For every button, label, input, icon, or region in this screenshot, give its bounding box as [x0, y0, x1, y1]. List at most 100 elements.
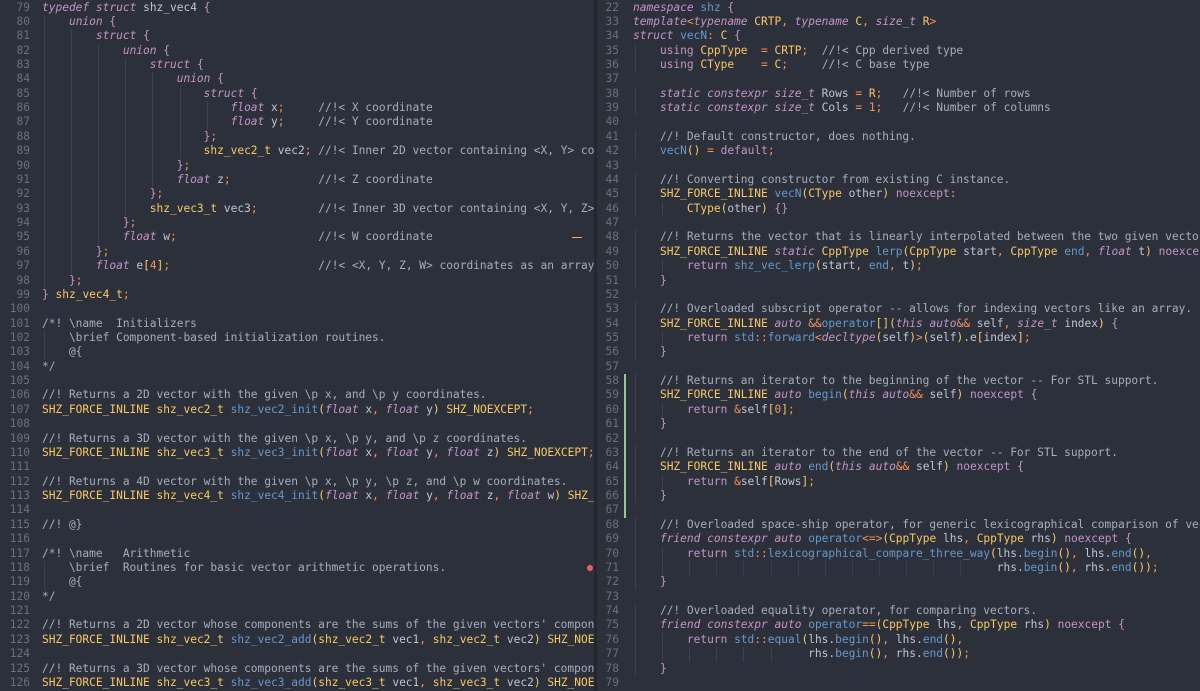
code-line[interactable]: 108 — [0, 417, 594, 431]
code-line[interactable]: 69 friend constexpr auto operator<=>(Cpp… — [597, 532, 1200, 547]
code-line[interactable]: 60 return &self[0]; — [597, 402, 1200, 418]
code-line[interactable]: 100 — [0, 302, 594, 316]
code-line[interactable]: 97 float e[4]; //!< <X, Y, Z, W> coordin… — [0, 259, 594, 274]
code-line[interactable]: 35 using CppType = CRTP; //!< Cpp derive… — [597, 43, 1200, 58]
code-line[interactable]: 72 } — [597, 575, 1200, 590]
code-line[interactable]: 79 — [597, 676, 1200, 690]
code-line[interactable]: 44 //! Converting constructor from exist… — [597, 172, 1200, 188]
code-line[interactable]: 46 CType(other) {} — [597, 201, 1200, 217]
code-line[interactable]: 36 using CType = C; //!< C base type — [597, 57, 1200, 73]
code-line[interactable]: 62 — [597, 432, 1200, 446]
code-line[interactable]: 87 float y; //!< Y coordinate — [0, 115, 594, 130]
code-line[interactable]: 74 //! Overloaded equality operator, for… — [597, 604, 1200, 619]
code-line[interactable]: 103 @{ — [0, 345, 594, 360]
code-line[interactable]: 85 struct { — [0, 86, 594, 102]
code-line[interactable]: 71 rhs.begin(), rhs.end()); — [597, 560, 1200, 576]
code-line[interactable]: 84 union { — [0, 72, 594, 87]
code-line[interactable]: 116 — [0, 532, 594, 546]
code-line[interactable]: 54 SHZ_FORCE_INLINE auto &&operator[](th… — [597, 316, 1200, 331]
code-line[interactable]: 66 } — [597, 489, 1200, 504]
code-line[interactable]: 41 //! Default constructor, does nothing… — [597, 129, 1200, 145]
code-line[interactable]: 104 */ — [0, 360, 594, 374]
code-line[interactable]: 115 //! @} — [0, 518, 594, 532]
code-line[interactable]: 114 — [0, 503, 594, 517]
code-line[interactable]: 51 } — [597, 273, 1200, 288]
code-line[interactable]: 91 float z; //!< Z coordinate — [0, 172, 594, 188]
code-line[interactable]: 70 return std::lexicographical_compare_t… — [597, 546, 1200, 561]
code-line[interactable]: 52 — [597, 288, 1200, 302]
right-editor-pane[interactable]: 22 namespace shz {33 template<typename CRT… — [597, 0, 1200, 691]
code-line[interactable]: 40 — [597, 115, 1200, 129]
code-line[interactable]: 47 — [597, 216, 1200, 230]
code-line[interactable]: 119 @{ — [0, 575, 594, 590]
code-line[interactable]: 78 } — [597, 661, 1200, 676]
code-line[interactable]: 95 float w; //!< W coordinate — [0, 230, 594, 245]
code-line[interactable]: 80 union { — [0, 14, 594, 30]
code-line[interactable]: 34 struct vecN: C { — [597, 29, 1200, 43]
code-line[interactable]: 58 //! Returns an iterator to the beginn… — [597, 374, 1200, 389]
code-line[interactable]: 111 — [0, 460, 594, 474]
code-line[interactable]: 59 SHZ_FORCE_INLINE auto begin(this auto… — [597, 388, 1200, 403]
code-line[interactable]: 86 float x; //!< X coordinate — [0, 101, 594, 116]
code-line[interactable]: 106 //! Returns a 2D vector with the give… — [0, 388, 594, 402]
code-line[interactable]: 83 struct { — [0, 57, 594, 73]
code-line[interactable]: 39 static constexpr size_t Cols = 1; //!… — [597, 101, 1200, 116]
code-line[interactable]: 63 //! Returns an iterator to the end of… — [597, 445, 1200, 461]
code-line[interactable]: 56 } — [597, 345, 1200, 360]
code-line[interactable]: 76 return std::equal(lhs.begin(), lhs.en… — [597, 632, 1200, 648]
fold-marker-icon[interactable] — [572, 236, 582, 238]
code-line[interactable]: 101 /*! \name Initializers — [0, 317, 594, 331]
code-line[interactable]: 122 //! Returns a 2D vector whose compone… — [0, 618, 594, 632]
code-line[interactable]: 112 //! Returns a 4D vector with the give… — [0, 475, 594, 489]
code-line[interactable]: 94 }; — [0, 216, 594, 231]
code-line[interactable]: 109 //! Returns a 3D vector with the give… — [0, 432, 594, 446]
code-line[interactable]: 120 */ — [0, 590, 594, 604]
code-line[interactable]: 37 — [597, 72, 1200, 86]
code-line[interactable]: 65 return &self[Rows]; — [597, 474, 1200, 490]
code-line[interactable]: 107 SHZ_FORCE_INLINE shz_vec2_t shz_vec2_… — [0, 403, 594, 417]
code-line[interactable]: 61 } — [597, 417, 1200, 432]
code-line[interactable]: 96 }; — [0, 244, 594, 260]
code-line[interactable]: 99} shz_vec4_t; — [0, 288, 594, 302]
code-line[interactable]: 89 shz_vec2_t vec2; //!< Inner 2D vector… — [0, 144, 594, 159]
code-line[interactable]: 125 //! Returns a 3D vector whose compone… — [0, 662, 594, 676]
code-line[interactable]: 98 }; — [0, 273, 594, 288]
code-line[interactable]: 118 \brief Routines for basic vector ari… — [0, 560, 594, 576]
code-line[interactable]: 102 \brief Component-based initializatio… — [0, 331, 594, 346]
code-line[interactable]: 92 }; — [0, 187, 594, 202]
breakpoint-dot-icon[interactable] — [587, 564, 593, 571]
code-line[interactable]: 53 //! Overloaded subscript operator -- … — [597, 302, 1200, 317]
code-line[interactable]: 43 — [597, 159, 1200, 173]
code-line[interactable]: 124 — [0, 647, 594, 661]
code-line[interactable]: 55 return std::forward<decltype(self)>(s… — [597, 331, 1200, 346]
code-line[interactable]: 68 //! Overloaded space-ship operator, f… — [597, 517, 1200, 533]
code-line[interactable]: 105 — [0, 374, 594, 388]
code-line[interactable]: 48 //! Returns the vector that is linear… — [597, 230, 1200, 245]
code-line[interactable]: 50 return shz_vec_lerp(start, end, t); — [597, 259, 1200, 274]
code-line[interactable]: 57 — [597, 360, 1200, 374]
code-line[interactable]: 67 — [597, 503, 1200, 517]
code-line[interactable]: 22 namespace shz { — [597, 1, 1200, 15]
code-line[interactable]: 88 }; — [0, 129, 594, 145]
code-line[interactable]: 82 union { — [0, 43, 594, 58]
left-editor-pane[interactable]: 79 typedef struct shz_vec4 {80 union {81 … — [0, 0, 594, 691]
code-line[interactable]: 126 SHZ_FORCE_INLINE shz_vec3_t shz_vec3_… — [0, 676, 594, 690]
code-line[interactable]: 75 friend constexpr auto operator==(CppT… — [597, 618, 1200, 633]
code-line[interactable]: 77 rhs.begin(), rhs.end()); — [597, 647, 1200, 662]
code-line[interactable]: 79 typedef struct shz_vec4 { — [0, 1, 594, 15]
code-line[interactable]: 90 }; — [0, 158, 594, 173]
code-line[interactable]: 81 struct { — [0, 29, 594, 44]
code-line[interactable]: 113 SHZ_FORCE_INLINE shz_vec4_t shz_vec4_… — [0, 489, 594, 503]
code-line[interactable]: 110 SHZ_FORCE_INLINE shz_vec3_t shz_vec3_… — [0, 446, 594, 460]
code-line[interactable]: 123 SHZ_FORCE_INLINE shz_vec2_t shz_vec2_… — [0, 633, 594, 647]
code-line[interactable]: 117 /*! \name Arithmetic — [0, 547, 594, 561]
code-line[interactable]: 64 SHZ_FORCE_INLINE auto end(this auto&&… — [597, 460, 1200, 475]
code-line[interactable]: 49 SHZ_FORCE_INLINE static CppType lerp(… — [597, 244, 1200, 260]
code-line[interactable]: 33 template<typename CRTP, typename C, si… — [597, 15, 1200, 29]
code-line[interactable]: 45 SHZ_FORCE_INLINE vecN(CType other) no… — [597, 187, 1200, 202]
code-line[interactable]: 121 — [0, 604, 594, 618]
code-line[interactable]: 42 vecN() = default; — [597, 144, 1200, 159]
code-line[interactable]: 93 shz_vec3_t vec3; //!< Inner 3D vector… — [0, 201, 594, 217]
code-line[interactable]: 38 static constexpr size_t Rows = R; //!… — [597, 86, 1200, 102]
code-line[interactable]: 73 — [597, 590, 1200, 604]
